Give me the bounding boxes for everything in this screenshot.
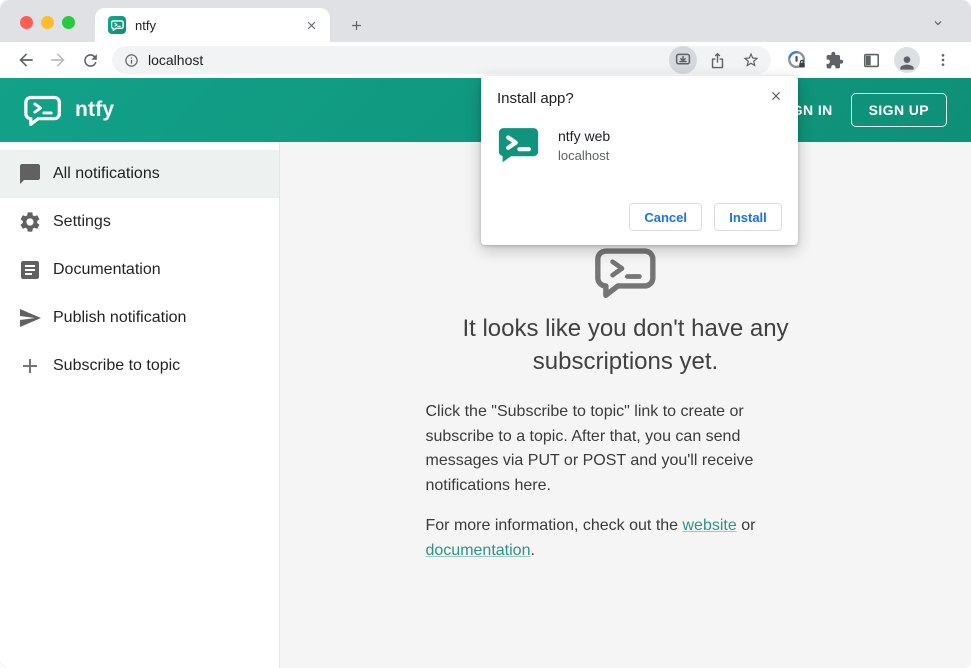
send-icon (18, 306, 42, 330)
dialog-title: Install app? (497, 90, 574, 107)
ntfy-app-icon (497, 126, 540, 164)
minimize-window-button[interactable] (41, 16, 54, 29)
maximize-window-button[interactable] (62, 16, 75, 29)
paragraph-text: or (736, 517, 756, 534)
new-tab-icon[interactable] (344, 13, 368, 37)
sidebar-item-label: Documentation (53, 261, 161, 278)
dialog-app-origin: localhost (558, 147, 610, 163)
plus-icon (18, 354, 42, 378)
bookmark-star-icon[interactable] (737, 46, 765, 74)
forward-icon[interactable] (42, 44, 74, 76)
article-icon (18, 258, 42, 282)
paragraph-line: messages via PUT or POST and you'll rece… (425, 452, 754, 469)
tab-title: ntfy (135, 17, 156, 33)
site-info-icon[interactable] (124, 53, 139, 68)
sidebar: All notifications Settings Documentation… (0, 142, 280, 668)
install-app-icon[interactable] (669, 46, 697, 74)
reload-icon[interactable] (74, 44, 106, 76)
paragraph-line: subscribe to a topic. After that, you ca… (425, 427, 741, 445)
sign-up-button[interactable]: SIGN UP (850, 93, 947, 127)
paragraph-text: . (530, 541, 535, 559)
share-icon[interactable] (703, 46, 731, 74)
close-icon[interactable] (766, 86, 786, 106)
sidebar-item-subscribe-to-topic[interactable]: Subscribe to topic (0, 342, 279, 390)
sidebar-item-label: Settings (53, 213, 111, 230)
tab-search-chevron-icon[interactable] (927, 12, 949, 34)
browser-tab[interactable]: ntfy (95, 8, 330, 42)
kebab-menu-icon[interactable] (929, 46, 957, 74)
sidebar-item-all-notifications[interactable]: All notifications (0, 150, 279, 198)
more-info-paragraph: For more information, check out the webs… (426, 514, 826, 563)
empty-state-heading: It looks like you don't have any subscri… (462, 312, 788, 378)
empty-state-text: Click the "Subscribe to topic" link to c… (426, 400, 826, 563)
close-tab-icon[interactable] (302, 16, 320, 34)
browser-toolbar: localhost (0, 42, 971, 78)
window-controls (20, 16, 75, 29)
ntfy-watermark-icon (594, 247, 657, 298)
documentation-link[interactable]: documentation (426, 542, 531, 559)
chat-icon (18, 162, 42, 186)
browser-window: ntfy localhost ntfy SIGN IN SIGN UP All … (0, 0, 971, 668)
omnibox-actions (669, 46, 765, 74)
website-link[interactable]: website (683, 517, 737, 534)
dialog-app-info: ntfy web localhost (497, 126, 782, 164)
close-window-button[interactable] (20, 16, 33, 29)
heading-line: subscriptions yet. (532, 348, 719, 375)
extensions-icon[interactable] (820, 46, 848, 74)
paragraph-line: Click the "Subscribe to topic" link to c… (425, 403, 744, 420)
paragraph-text: For more information, check out the (425, 517, 683, 534)
ntfy-favicon-icon (108, 16, 126, 34)
dialog-actions: Cancel Install (629, 203, 782, 231)
app-title: ntfy (75, 98, 115, 121)
dialog-app-text: ntfy web localhost (558, 128, 610, 163)
address-bar[interactable]: localhost (112, 46, 771, 74)
cancel-button[interactable]: Cancel (629, 203, 702, 231)
url-text[interactable]: localhost (148, 52, 669, 68)
password-manager-extension-icon[interactable] (783, 46, 811, 74)
profile-icon[interactable] (894, 47, 920, 73)
side-panel-icon[interactable] (857, 46, 885, 74)
sidebar-item-label: Subscribe to topic (53, 357, 181, 374)
sidebar-item-label: Publish notification (53, 309, 187, 326)
gear-icon (18, 210, 42, 234)
ntfy-logo-icon (24, 95, 62, 126)
toolbar-extensions-area (771, 46, 965, 74)
install-button[interactable]: Install (714, 203, 782, 231)
sidebar-item-documentation[interactable]: Documentation (0, 246, 279, 294)
heading-line: It looks like you don't have any (462, 315, 789, 342)
back-icon[interactable] (10, 44, 42, 76)
install-app-dialog: Install app? ntfy web localhost Cancel I… (481, 76, 798, 245)
paragraph-line: notifications here. (425, 476, 551, 494)
sidebar-item-settings[interactable]: Settings (0, 198, 279, 246)
sidebar-item-label: All notifications (53, 165, 160, 182)
sidebar-item-publish-notification[interactable]: Publish notification (0, 294, 279, 342)
tab-strip: ntfy (0, 0, 971, 42)
dialog-app-name: ntfy web (558, 127, 611, 144)
